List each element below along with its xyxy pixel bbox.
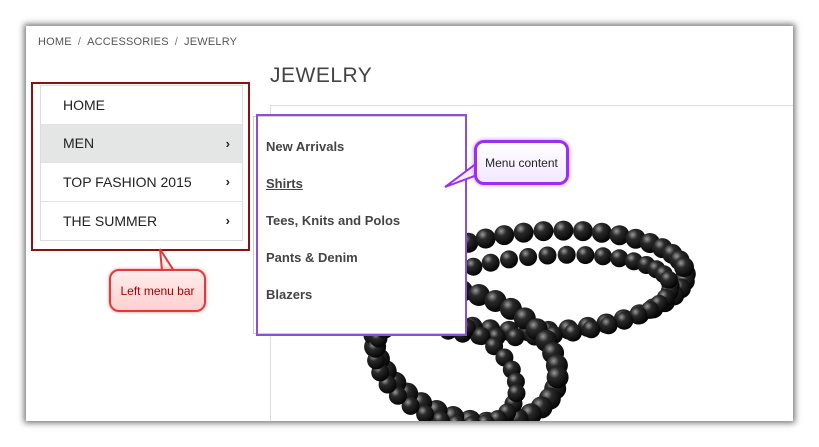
bead [500, 250, 518, 269]
bead [481, 253, 500, 272]
callout-left-menu-bar: Left menu bar [109, 269, 206, 312]
screenshot-frame: HOME / ACCESSORIES / JEWELRY JEWELRY HOM… [26, 26, 793, 421]
breadcrumb-accessories[interactable]: ACCESSORIES [87, 36, 169, 48]
page-title: JEWELRY [270, 64, 373, 87]
bead [519, 248, 538, 266]
bead [506, 328, 525, 347]
bead [507, 384, 526, 403]
breadcrumb-home[interactable]: HOME [38, 36, 72, 48]
bead [553, 220, 574, 241]
callout-menu-content: Menu content [474, 140, 569, 185]
bead [557, 245, 576, 264]
bead [674, 257, 694, 277]
bead [582, 320, 601, 339]
breadcrumb-jewelry[interactable]: JEWELRY [184, 36, 237, 48]
bead [475, 228, 496, 249]
breadcrumb: HOME / ACCESSORIES / JEWELRY [38, 36, 237, 48]
bead [533, 221, 554, 242]
bead [615, 311, 634, 330]
bead [494, 225, 515, 246]
bead [573, 221, 593, 242]
bead [538, 246, 557, 265]
bead [659, 270, 678, 289]
bead [599, 316, 618, 335]
breadcrumb-separator: / [174, 36, 179, 48]
breadcrumb-separator: / [77, 36, 82, 48]
bead [513, 222, 534, 243]
bead [564, 323, 582, 342]
callout-text: Menu content [485, 155, 558, 170]
left-menu-highlight-box [31, 82, 250, 251]
bead [546, 366, 569, 389]
bead [594, 247, 612, 266]
bead [591, 222, 612, 243]
callout-text: Left menu bar [120, 283, 195, 298]
bead [464, 257, 483, 276]
bead [576, 246, 595, 265]
submenu-highlight-box [256, 114, 467, 336]
